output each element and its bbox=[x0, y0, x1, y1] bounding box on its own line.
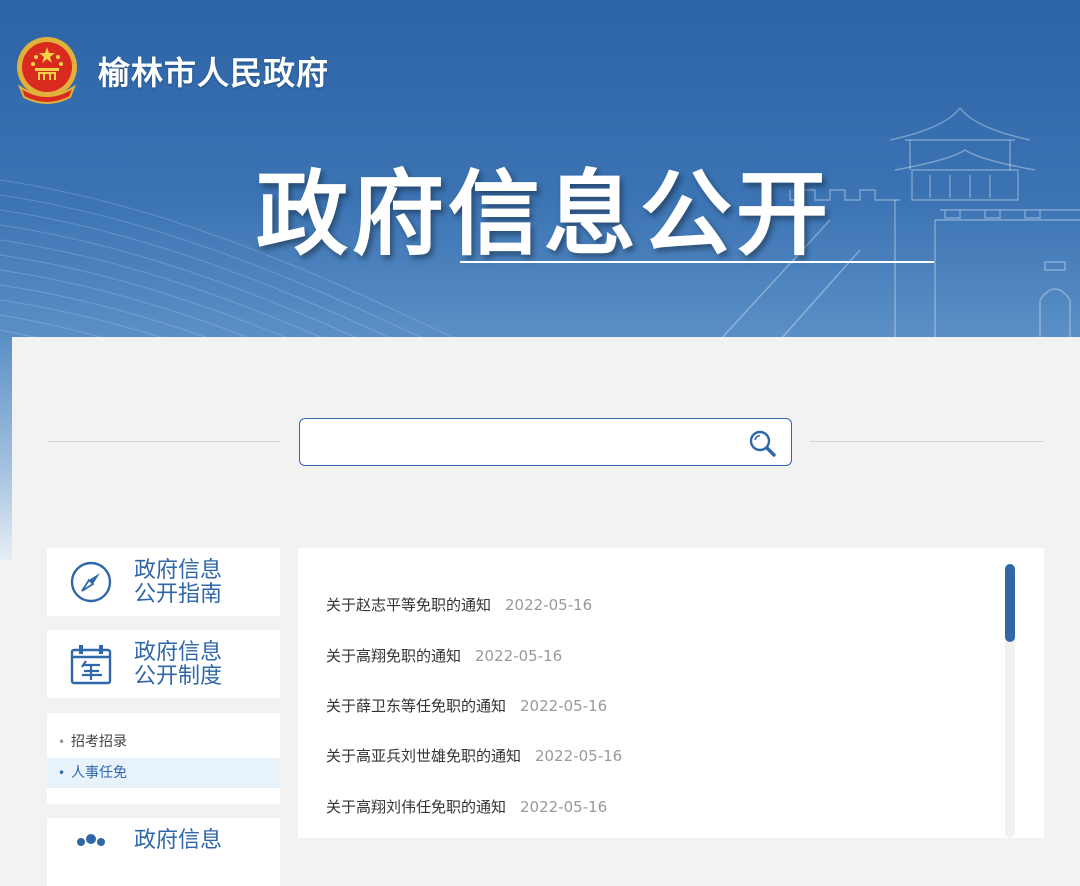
calendar-year-icon bbox=[70, 645, 112, 685]
sidebar-card-system[interactable]: 政府信息 公开制度 bbox=[47, 630, 280, 698]
bullet-icon: • bbox=[58, 766, 66, 780]
notice-link[interactable]: 关于高翔刘伟任免职的通知 bbox=[326, 798, 506, 816]
sidebar-submenu: • 招考招录 • 人事任免 bbox=[47, 713, 280, 804]
search-divider-left bbox=[48, 441, 280, 442]
site-title[interactable]: 榆林市人民政府 bbox=[98, 48, 329, 94]
sidebar-card-label: 政府信息 公开制度 bbox=[134, 640, 223, 689]
search-box bbox=[299, 418, 792, 466]
notice-date: 2022-05-16 bbox=[520, 798, 608, 816]
notice-date: 2022-05-16 bbox=[535, 747, 623, 765]
list-item: 关于薛卫东等任免职的通知 2022-05-16 bbox=[326, 695, 607, 717]
notice-link[interactable]: 关于薛卫东等任免职的通知 bbox=[326, 697, 506, 715]
main-panel: 政府信息 公开指南 政府信息 公开制度 • 招考招录 • 人事任免 政府信息 关… bbox=[12, 337, 1080, 886]
national-emblem-logo bbox=[17, 37, 77, 104]
search-icon[interactable] bbox=[747, 428, 777, 458]
list-item: 关于高翔免职的通知 2022-05-16 bbox=[326, 645, 562, 667]
search-input[interactable] bbox=[310, 427, 734, 457]
scrollbar-thumb[interactable] bbox=[1005, 564, 1015, 642]
submenu-item-recruitment[interactable]: • 招考招录 bbox=[47, 727, 280, 757]
bullet-icon: • bbox=[58, 735, 66, 749]
notice-date: 2022-05-16 bbox=[475, 647, 563, 665]
sidebar-card-label: 政府信息 bbox=[134, 828, 223, 853]
notice-date: 2022-05-16 bbox=[520, 697, 608, 715]
notice-list: 关于赵志平等免职的通知 2022-05-16 关于高翔免职的通知 2022-05-1… bbox=[298, 548, 1044, 838]
search-divider-right bbox=[810, 441, 1044, 442]
list-item: 关于高亚兵刘世雄免职的通知 2022-05-16 bbox=[326, 745, 622, 767]
sidebar-card-guide[interactable]: 政府信息 公开指南 bbox=[47, 548, 280, 616]
list-item: 关于赵志平等免职的通知 2022-05-16 bbox=[326, 594, 592, 616]
people-icon bbox=[77, 834, 105, 846]
notice-link[interactable]: 关于赵志平等免职的通知 bbox=[326, 596, 491, 614]
compass-icon bbox=[70, 561, 112, 603]
notice-date: 2022-05-16 bbox=[505, 596, 593, 614]
notice-link[interactable]: 关于高亚兵刘世雄免职的通知 bbox=[326, 747, 521, 765]
submenu-item-appointments[interactable]: • 人事任免 bbox=[47, 758, 280, 788]
notice-link[interactable]: 关于高翔免职的通知 bbox=[326, 647, 461, 665]
list-item: 关于高翔刘伟任免职的通知 2022-05-16 bbox=[326, 796, 607, 818]
hero-title: 政府信息公开 bbox=[256, 161, 833, 268]
hero-underline bbox=[460, 261, 934, 263]
sidebar-card-label: 政府信息 公开指南 bbox=[134, 558, 223, 607]
sidebar-card-info[interactable]: 政府信息 bbox=[47, 818, 280, 886]
